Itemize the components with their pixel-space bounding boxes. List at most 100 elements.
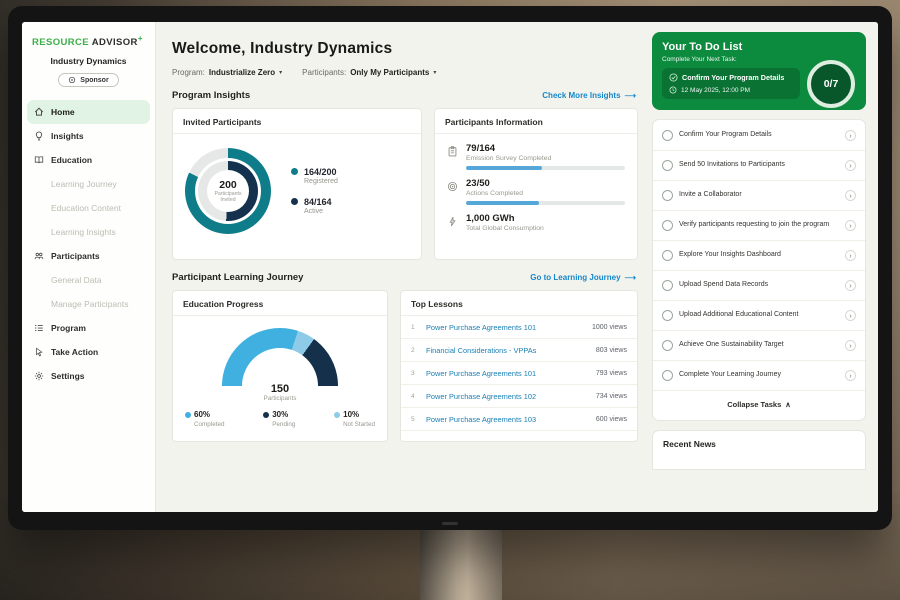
stat-label: Emission Survey Completed — [466, 155, 625, 162]
legend-dot — [291, 168, 298, 175]
learning-cards-row: Education Progress 150 Participants — [172, 290, 638, 442]
sidebar-item-participants[interactable]: Participants — [22, 244, 155, 268]
bulb-icon — [34, 131, 44, 141]
participants-filter-label: Participants: — [302, 68, 346, 77]
content-area: Welcome, Industry Dynamics Program: Indu… — [156, 22, 878, 512]
sidebar-item-take-action[interactable]: Take Action — [22, 340, 155, 364]
chevron-right-icon[interactable]: › — [845, 130, 856, 141]
lesson-link[interactable]: Power Purchase Agreements 103 — [426, 415, 589, 424]
invited-participants-card: Invited Participants 200 Participants In… — [172, 108, 422, 260]
lesson-rank: 4 — [411, 393, 419, 400]
task-checkbox[interactable] — [662, 340, 673, 351]
collapse-tasks-link[interactable]: Collapse Tasks ∧ — [653, 391, 865, 419]
gauge-center-label: Participants — [222, 395, 338, 402]
legend-value: 10% — [343, 410, 359, 419]
task-checkbox[interactable] — [662, 220, 673, 231]
task-row[interactable]: Send 50 Invitations to Participants › — [653, 151, 865, 181]
lesson-rank: 1 — [411, 324, 419, 331]
task-checkbox[interactable] — [662, 280, 673, 291]
todo-title: Your To Do List — [662, 41, 856, 53]
legend-label: Not Started — [343, 421, 375, 428]
chevron-right-icon[interactable]: › — [845, 250, 856, 261]
task-row[interactable]: Explore Your Insights Dashboard › — [653, 241, 865, 271]
gauge-center: 150 Participants — [222, 383, 338, 402]
task-row[interactable]: Upload Spend Data Records › — [653, 271, 865, 301]
stat-actions-completed: 23/50 Actions Completed — [447, 178, 625, 205]
logo-primary: RESOURCE — [32, 37, 89, 48]
lesson-link[interactable]: Financial Considerations - VPPAs — [426, 346, 589, 355]
sidebar-item-program[interactable]: Program — [22, 316, 155, 340]
task-row[interactable]: Complete Your Learning Journey › — [653, 361, 865, 391]
survey-icon — [447, 144, 458, 170]
chevron-right-icon[interactable]: › — [845, 310, 856, 321]
task-checkbox[interactable] — [662, 130, 673, 141]
task-row[interactable]: Invite a Collaborator › — [653, 181, 865, 211]
sidebar-item-general-data[interactable]: General Data — [22, 268, 155, 292]
task-row[interactable]: Verify participants requesting to join t… — [653, 211, 865, 241]
program-filter-value: Industrialize Zero — [209, 68, 275, 77]
sidebar-item-label: Home — [51, 107, 75, 117]
stat-value: 1,000 GWh — [466, 213, 625, 224]
chevron-right-icon[interactable]: › — [845, 160, 856, 171]
go-to-learning-journey-link[interactable]: Go to Learning Journey ⟶ — [530, 273, 636, 282]
sidebar-item-learning-journey[interactable]: Learning Journey — [22, 172, 155, 196]
task-list: Confirm Your Program Details › Send 50 I… — [652, 119, 866, 421]
insights-cards-row: Invited Participants 200 Participants In… — [172, 108, 638, 260]
sidebar-item-education-content[interactable]: Education Content — [22, 196, 155, 220]
check-more-insights-link[interactable]: Check More Insights ⟶ — [542, 91, 636, 100]
sidebar-item-insights[interactable]: Insights — [22, 124, 155, 148]
chevron-right-icon[interactable]: › — [845, 190, 856, 201]
chevron-up-icon: ∧ — [785, 400, 791, 409]
task-checkbox[interactable] — [662, 310, 673, 321]
sidebar-item-label: Insights — [51, 131, 84, 141]
education-progress-card: Education Progress 150 Participants — [172, 290, 388, 442]
legend-value: 84/164 — [304, 197, 332, 207]
legend-value: 60% — [194, 410, 210, 419]
next-task-due: 12 May 2025, 12:00 PM — [681, 87, 750, 94]
lesson-link[interactable]: Power Purchase Agreements 101 — [426, 323, 585, 332]
legend-entry-pending: 30% Pending — [263, 410, 295, 428]
next-task-label: Confirm Your Program Details — [682, 73, 784, 82]
legend-label: Registered — [304, 178, 338, 185]
participants-filter-dropdown[interactable]: Participants: Only My Participants ▾ — [302, 68, 436, 77]
sponsor-badge-label: Sponsor — [80, 77, 108, 84]
chevron-right-icon[interactable]: › — [845, 280, 856, 291]
book-icon — [34, 155, 44, 165]
task-checkbox[interactable] — [662, 250, 673, 261]
task-checkbox[interactable] — [662, 190, 673, 201]
chevron-right-icon[interactable]: › — [845, 220, 856, 231]
task-label: Upload Additional Educational Content — [679, 311, 839, 320]
lesson-link[interactable]: Power Purchase Agreements 101 — [426, 369, 589, 378]
task-checkbox[interactable] — [662, 370, 673, 381]
legend-entry-not-started: 10% Not Started — [334, 410, 375, 428]
sidebar-item-label: Education — [51, 155, 92, 165]
task-row[interactable]: Upload Additional Educational Content › — [653, 301, 865, 331]
next-task-chip[interactable]: Confirm Your Program Details 12 May 2025… — [662, 68, 800, 99]
task-row[interactable]: Confirm Your Program Details › — [653, 121, 865, 151]
sidebar-item-education[interactable]: Education — [22, 148, 155, 172]
task-row[interactable]: Achieve One Sustainability Target › — [653, 331, 865, 361]
lesson-views: 803 views — [596, 347, 627, 354]
sidebar-item-manage-participants[interactable]: Manage Participants — [22, 292, 155, 316]
sidebar-item-label: Take Action — [51, 347, 98, 357]
sidebar-item-settings[interactable]: Settings — [22, 364, 155, 388]
task-label: Send 50 Invitations to Participants — [679, 161, 839, 170]
energy-icon — [447, 214, 458, 236]
program-filter-dropdown[interactable]: Program: Industrialize Zero ▾ — [172, 68, 282, 77]
stat-emission-survey: 79/164 Emission Survey Completed — [447, 143, 625, 170]
task-checkbox[interactable] — [662, 160, 673, 171]
lesson-rank: 2 — [411, 347, 419, 354]
sponsor-badge[interactable]: Sponsor — [58, 73, 118, 87]
lesson-rank: 5 — [411, 416, 419, 423]
chevron-right-icon[interactable]: › — [845, 370, 856, 381]
learning-journey-header: Participant Learning Journey Go to Learn… — [172, 272, 636, 283]
sidebar-item-learning-insights[interactable]: Learning Insights — [22, 220, 155, 244]
education-gauge-chart: 150 Participants — [222, 328, 338, 386]
lesson-views: 734 views — [596, 393, 627, 400]
stat-label: Actions Completed — [466, 190, 625, 197]
progress-track — [466, 201, 625, 205]
participants-filter-value: Only My Participants — [350, 68, 429, 77]
lesson-link[interactable]: Power Purchase Agreements 102 — [426, 392, 589, 401]
chevron-right-icon[interactable]: › — [845, 340, 856, 351]
sidebar-item-home[interactable]: Home — [27, 100, 150, 124]
